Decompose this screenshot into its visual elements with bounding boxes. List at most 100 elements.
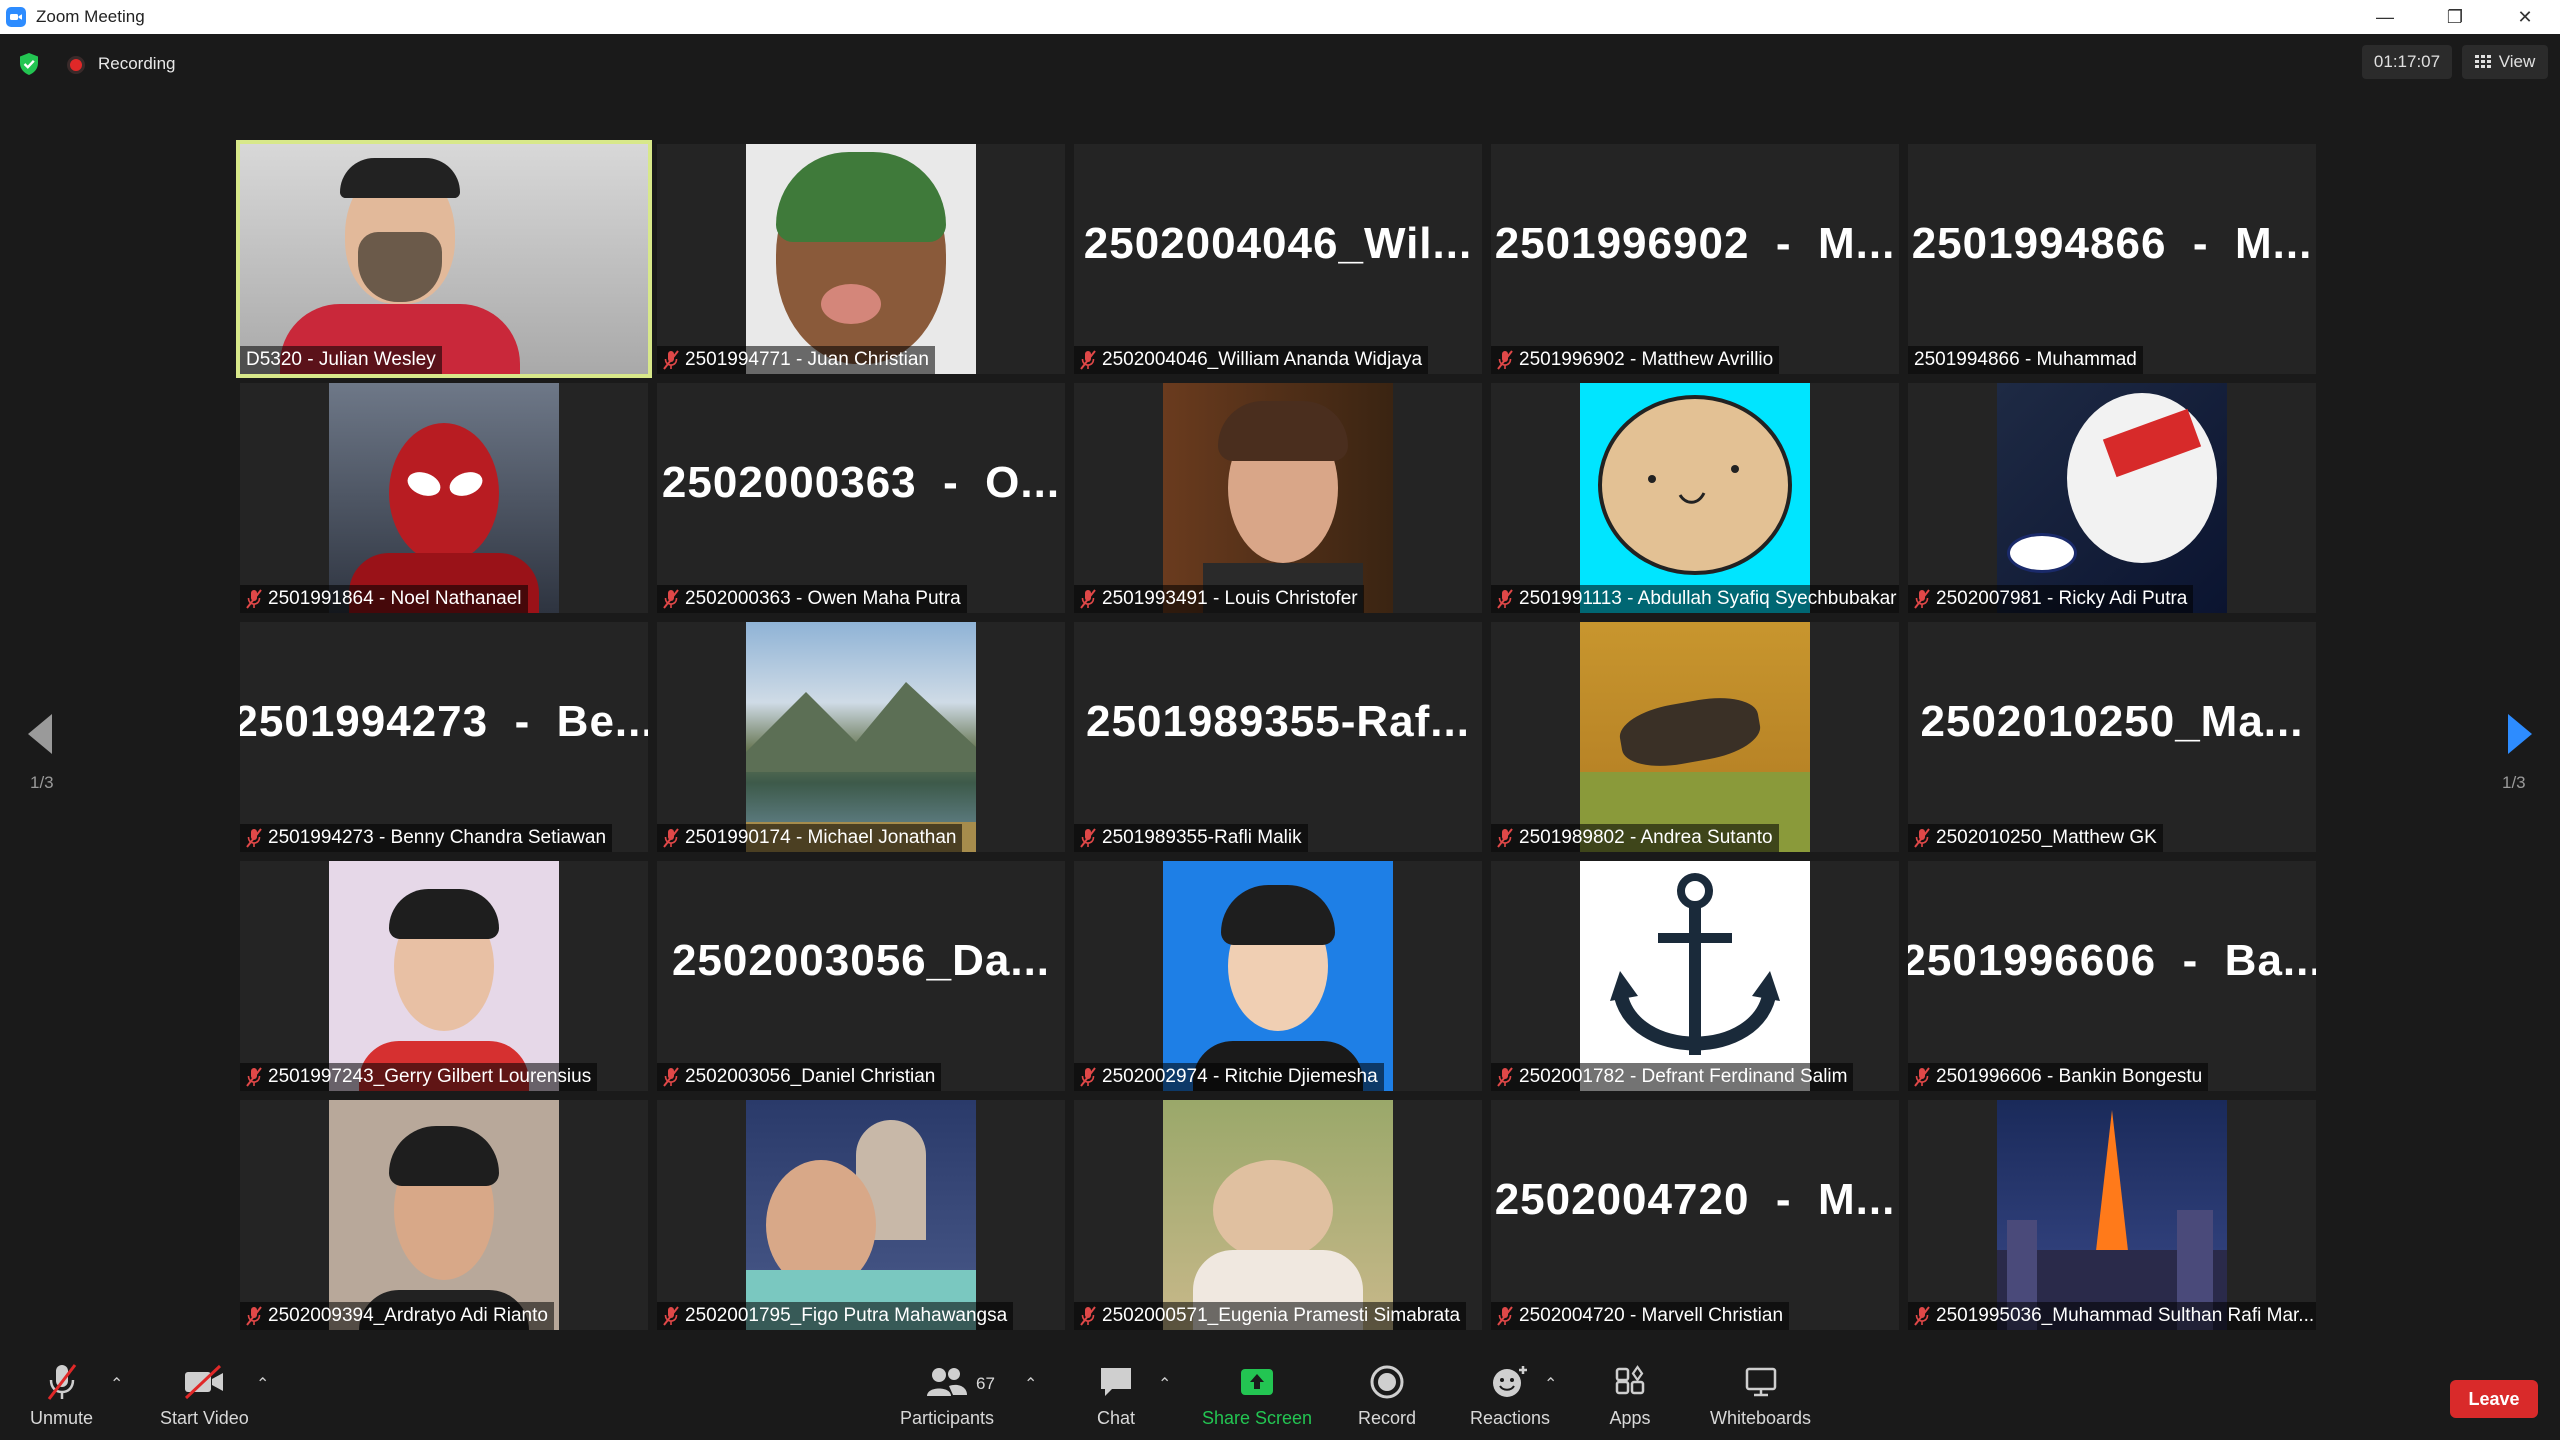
unmute-label: Unmute	[30, 1408, 94, 1428]
muted-mic-icon	[1080, 350, 1096, 370]
unmute-button[interactable]: Unmute	[30, 1362, 93, 1429]
participant-label: 2502000363 - Owen Maha Putra	[657, 585, 967, 613]
muted-mic-icon	[1914, 1306, 1930, 1326]
whiteboards-button[interactable]: Whiteboards	[1710, 1362, 1811, 1429]
participant-tile[interactable]: 2502004720 - M... 2502004720 - Marvell Ch…	[1491, 1100, 1899, 1330]
reactions-options-chevron-icon[interactable]: ⌃	[1544, 1374, 1557, 1394]
view-button[interactable]: View	[2462, 45, 2548, 79]
participants-button[interactable]: Participants	[900, 1362, 994, 1429]
audio-options-chevron-icon[interactable]: ⌃	[110, 1374, 123, 1394]
title-bar: Zoom Meeting — ❐ ✕	[0, 0, 2560, 34]
muted-mic-icon	[1914, 1067, 1930, 1087]
participant-name: 2501996606 - Bankin Bongestu	[1936, 1066, 2203, 1087]
muted-microphone-icon	[40, 1362, 84, 1402]
muted-mic-icon	[246, 589, 262, 609]
participant-label: 2502001782 - Defrant Ferdinand Salim	[1491, 1063, 1854, 1091]
share-screen-button[interactable]: Share Screen	[1202, 1362, 1312, 1429]
muted-mic-icon	[1497, 1067, 1513, 1087]
participant-label: 2502001795_Figo Putra Mahawangsa	[657, 1302, 1014, 1330]
participant-label: D5320 - Julian Wesley	[240, 346, 442, 374]
participant-label: 2501994771 - Juan Christian	[657, 346, 936, 374]
participants-options-chevron-icon[interactable]: ⌃	[1024, 1374, 1037, 1394]
participant-picture	[1997, 383, 2227, 613]
record-button[interactable]: Record	[1358, 1362, 1416, 1429]
participant-name-display: 2502000363 - O...	[661, 458, 1061, 507]
participant-tile[interactable]: D5320 - Julian Wesley	[236, 140, 652, 378]
leave-button[interactable]: Leave	[2450, 1380, 2538, 1418]
participant-tile[interactable]: 2502001782 - Defrant Ferdinand Salim	[1491, 861, 1899, 1091]
reactions-button[interactable]: Reactions	[1470, 1362, 1550, 1429]
participant-tile[interactable]: 2501989355-Raf... 2501989355-Rafli Malik	[1074, 622, 1482, 852]
participant-tile[interactable]: 2502001795_Figo Putra Mahawangsa	[657, 1100, 1065, 1330]
meeting-top-bar	[0, 34, 2560, 94]
participant-label: 2501997243_Gerry Gilbert Lourensius	[240, 1063, 598, 1091]
participant-tile[interactable]: 2501991113 - Abdullah Syafiq Syechbubaka…	[1491, 383, 1899, 613]
previous-page-arrow-icon[interactable]	[26, 712, 56, 756]
restore-icon[interactable]: ❐	[2420, 0, 2490, 34]
participant-label: 2501993491 - Louis Christofer	[1074, 585, 1364, 613]
participant-tile[interactable]: 2501991864 - Noel Nathanael	[240, 383, 648, 613]
close-icon[interactable]: ✕	[2490, 0, 2560, 34]
participant-tile[interactable]: 2502000363 - O... 2502000363 - Owen Maha …	[657, 383, 1065, 613]
participant-tile[interactable]: 2502007981 - Ricky Adi Putra	[1908, 383, 2316, 613]
chat-options-chevron-icon[interactable]: ⌃	[1158, 1374, 1171, 1394]
chat-button[interactable]: Chat	[1094, 1362, 1138, 1429]
video-options-chevron-icon[interactable]: ⌃	[256, 1374, 269, 1394]
participant-tile[interactable]: 2501994771 - Juan Christian	[657, 144, 1065, 374]
page-indicator-left: 1/3	[30, 773, 54, 792]
participant-tile[interactable]: 2501995036_Muhammad Sulthan Rafi Mar...	[1908, 1100, 2316, 1330]
participants-count: 67	[976, 1374, 995, 1393]
minimize-icon[interactable]: —	[2350, 0, 2420, 34]
participant-name: 2501990174 - Michael Jonathan	[685, 827, 957, 848]
muted-mic-icon	[663, 1306, 679, 1326]
next-page-arrow-icon[interactable]	[2504, 712, 2534, 756]
start-video-button[interactable]: Start Video	[160, 1362, 249, 1429]
participant-tile[interactable]: 2502000571_Eugenia Pramesti Simabrata	[1074, 1100, 1482, 1330]
participant-tile[interactable]: 2502009394_Ardratyo Adi Rianto	[240, 1100, 648, 1330]
participant-picture	[329, 383, 559, 613]
participant-tile[interactable]: 2501996606 - Ba... 2501996606 - Bankin Bo…	[1908, 861, 2316, 1091]
participant-label: 2502004720 - Marvell Christian	[1491, 1302, 1790, 1330]
participant-picture	[746, 144, 976, 374]
muted-mic-icon	[1080, 589, 1096, 609]
apps-label: Apps	[1609, 1408, 1651, 1428]
participant-name: 2501989355-Rafli Malik	[1102, 827, 1302, 848]
participant-picture	[1163, 383, 1393, 613]
participant-name: 2502000363 - Owen Maha Putra	[685, 588, 961, 609]
participant-label: 2502003056_Daniel Christian	[657, 1063, 942, 1091]
recording-label[interactable]: Recording	[98, 54, 176, 74]
participant-tile[interactable]: 2502004046_Wil... 2502004046_William Anan…	[1074, 144, 1482, 374]
participant-label: 2501994273 - Benny Chandra Setiawan	[240, 824, 613, 852]
start-video-label: Start Video	[160, 1408, 249, 1428]
participant-tile[interactable]: 2502002974 - Ritchie Djiemesha	[1074, 861, 1482, 1091]
participant-name: 2501994866 - Muhammad	[1914, 349, 2137, 370]
participant-picture	[1997, 1100, 2227, 1330]
participant-tile[interactable]: 2502010250_Ma... 2502010250_Matthew GK	[1908, 622, 2316, 852]
muted-mic-icon	[246, 1306, 262, 1326]
participant-name-display: 2501996606 - Ba...	[1908, 936, 2316, 985]
participant-picture	[1163, 861, 1393, 1091]
participant-tile[interactable]: 2501997243_Gerry Gilbert Lourensius	[240, 861, 648, 1091]
participant-name: 2502009394_Ardratyo Adi Rianto	[268, 1305, 548, 1326]
participant-name: 2501991113 - Abdullah Syafiq Syechbubaka…	[1519, 588, 1897, 609]
participant-tile[interactable]: 2501994273 - Be... 2501994273 - Benny Cha…	[240, 622, 648, 852]
window-title: Zoom Meeting	[36, 7, 145, 26]
participant-tile[interactable]: 2501996902 - M... 2501996902 - Matthew Av…	[1491, 144, 1899, 374]
participant-tile[interactable]: 2501989802 - Andrea Sutanto	[1491, 622, 1899, 852]
muted-mic-icon	[246, 828, 262, 848]
zoom-app-icon	[6, 7, 26, 27]
participant-label: 2501989802 - Andrea Sutanto	[1491, 824, 1779, 852]
participant-tile[interactable]: 2501994866 - M... 2501994866 - Muhammad	[1908, 144, 2316, 374]
participant-picture	[1580, 861, 1810, 1091]
participant-label: 2502002974 - Ritchie Djiemesha	[1074, 1063, 1384, 1091]
recording-icon	[67, 56, 85, 74]
participant-name: 2501997243_Gerry Gilbert Lourensius	[268, 1066, 592, 1087]
participant-name: 2501994771 - Juan Christian	[685, 349, 930, 370]
encryption-shield-icon[interactable]	[18, 52, 40, 76]
participant-picture	[1580, 622, 1810, 852]
participant-tile[interactable]: 2502003056_Da... 2502003056_Daniel Christ…	[657, 861, 1065, 1091]
participant-label: 2502009394_Ardratyo Adi Rianto	[240, 1302, 554, 1330]
participant-tile[interactable]: 2501990174 - Michael Jonathan	[657, 622, 1065, 852]
participant-tile[interactable]: 2501993491 - Louis Christofer	[1074, 383, 1482, 613]
apps-button[interactable]: Apps	[1608, 1362, 1652, 1429]
